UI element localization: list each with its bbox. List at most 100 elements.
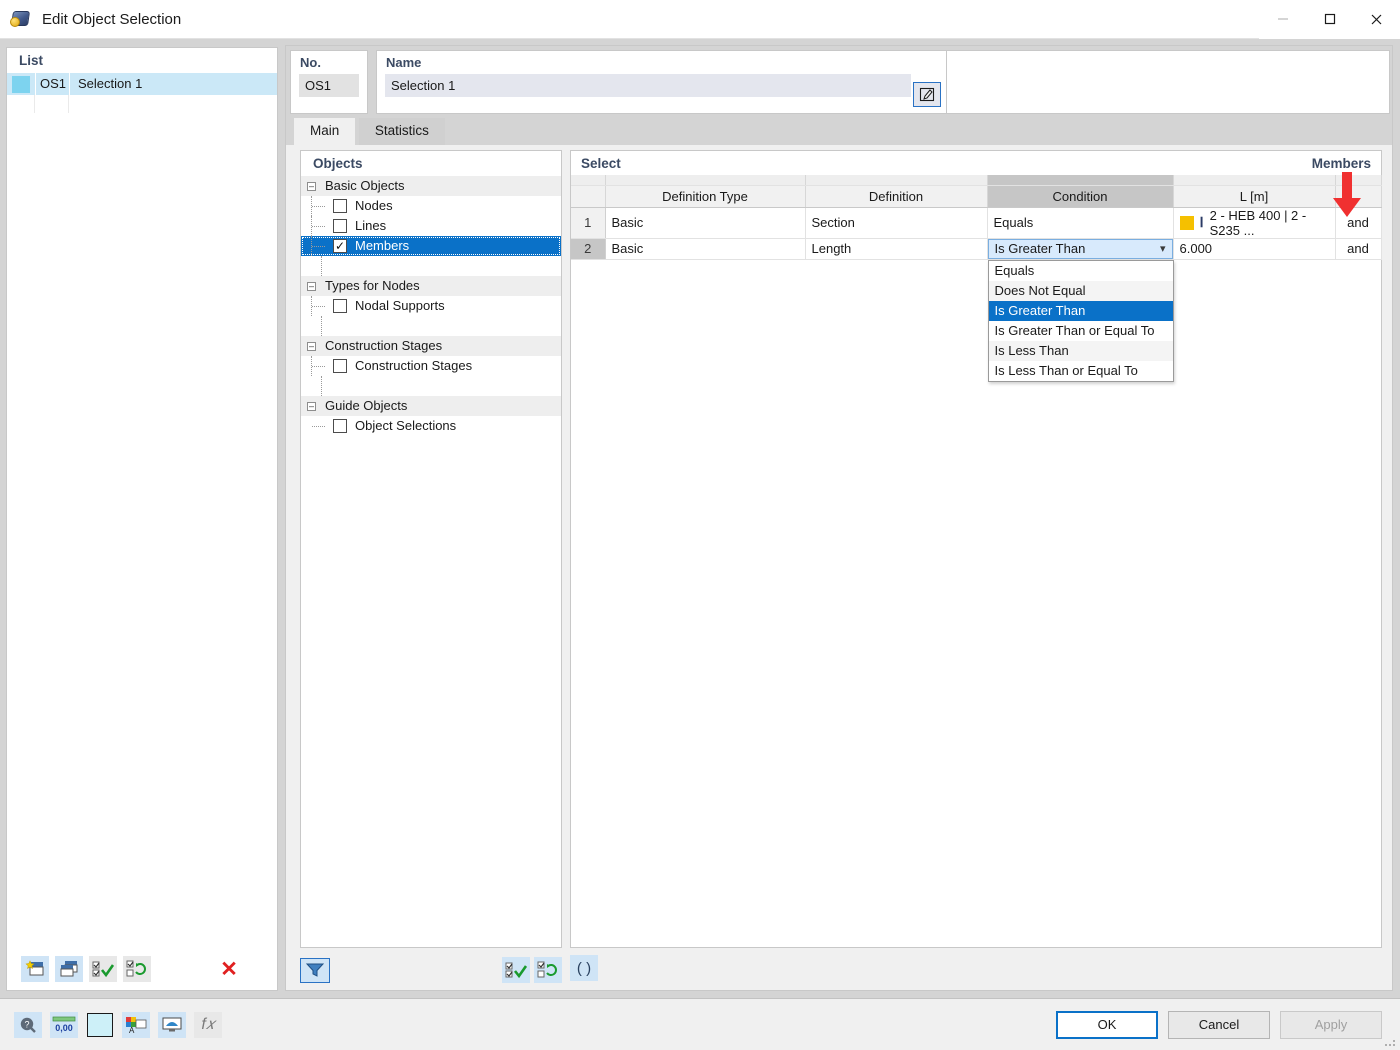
- cell-definition[interactable]: Length: [805, 238, 987, 259]
- collapse-icon[interactable]: –: [307, 282, 316, 291]
- tree-item-object-selections[interactable]: Object Selections: [301, 416, 561, 436]
- col-definition[interactable]: Definition: [805, 185, 987, 207]
- cell-definition[interactable]: Section: [805, 207, 987, 238]
- tab-main[interactable]: Main: [294, 118, 355, 145]
- window-title: Edit Object Selection: [42, 11, 181, 28]
- delete-button[interactable]: ✕: [215, 956, 243, 982]
- cell-definition-type[interactable]: Basic: [605, 238, 805, 259]
- check-all-button[interactable]: [502, 957, 530, 983]
- list-panel-caption: List: [7, 48, 277, 73]
- table-row[interactable]: 2 Basic Length Is Greater Than ▾ Equals …: [571, 238, 1381, 259]
- tree-item-lines[interactable]: Lines: [301, 216, 561, 236]
- cell-condition-editor[interactable]: Is Greater Than ▾ Equals Does Not Equal …: [987, 238, 1173, 259]
- tree-item-label: Nodal Supports: [355, 296, 445, 316]
- tree-spacer: [301, 256, 561, 276]
- tab-statistics[interactable]: Statistics: [359, 118, 445, 145]
- help-icon[interactable]: ?: [14, 1012, 42, 1038]
- color-swatch-icon[interactable]: [86, 1012, 114, 1038]
- objects-panel: Objects – Basic Objects Nodes Lines: [300, 150, 562, 948]
- row-gutter-header: [571, 185, 605, 207]
- list-item-name: Selection 1: [69, 73, 277, 95]
- filter-button[interactable]: [300, 958, 330, 983]
- new-object-selection-button[interactable]: [21, 956, 49, 982]
- edit-name-button[interactable]: [913, 82, 941, 107]
- copy-object-selection-button[interactable]: [55, 956, 83, 982]
- formula-icon[interactable]: f𝑥: [194, 1012, 222, 1038]
- cell-value-text: 2 - HEB 400 | 2 - S235 ...: [1210, 208, 1329, 238]
- dropdown-option-is-less-than-or-equal-to[interactable]: Is Less Than or Equal To: [989, 361, 1173, 381]
- svg-text:A: A: [129, 1026, 135, 1034]
- condition-dropdown-list[interactable]: Equals Does Not Equal Is Greater Than Is…: [988, 260, 1174, 382]
- dropdown-option-is-greater-than-or-equal-to[interactable]: Is Greater Than or Equal To: [989, 321, 1173, 341]
- view-icon[interactable]: [158, 1012, 186, 1038]
- col-definition-type[interactable]: Definition Type: [605, 185, 805, 207]
- parenthesis-button[interactable]: ( ): [570, 955, 598, 981]
- cell-definition-type[interactable]: Basic: [605, 207, 805, 238]
- toggle-check-button[interactable]: [534, 957, 562, 983]
- condition-combobox[interactable]: Is Greater Than ▾: [988, 239, 1173, 259]
- tree-group-basic-objects[interactable]: – Basic Objects: [301, 176, 561, 196]
- dropdown-option-is-less-than[interactable]: Is Less Than: [989, 341, 1173, 361]
- collapse-icon[interactable]: –: [307, 182, 316, 191]
- dropdown-option-equals[interactable]: Equals: [989, 261, 1173, 281]
- dropdown-option-is-greater-than[interactable]: Is Greater Than: [989, 301, 1173, 321]
- checkbox-construction-stages[interactable]: [333, 359, 347, 373]
- select-panel-header: Select Members: [571, 151, 1381, 175]
- close-button[interactable]: [1353, 0, 1400, 39]
- table-row[interactable]: 1 Basic Section Equals Ⅰ 2 - HEB 400 | 2…: [571, 207, 1381, 238]
- object-selection-list[interactable]: OS1 Selection 1: [7, 73, 277, 113]
- check-icon: ✓: [335, 240, 345, 252]
- col-length[interactable]: L [m]: [1173, 185, 1335, 207]
- objects-tree[interactable]: – Basic Objects Nodes Lines: [301, 176, 561, 436]
- no-input[interactable]: OS1: [299, 74, 359, 97]
- cell-value[interactable]: Ⅰ 2 - HEB 400 | 2 - S235 ...: [1173, 207, 1335, 238]
- select-all-button[interactable]: [89, 956, 117, 982]
- table-header-row: Definition Type Definition Condition L […: [571, 185, 1381, 207]
- maximize-button[interactable]: [1306, 0, 1353, 39]
- col-condition[interactable]: Condition: [987, 185, 1173, 207]
- list-item[interactable]: OS1 Selection 1: [7, 73, 277, 95]
- bottom-bar: ? 0,00 A: [0, 998, 1400, 1050]
- tree-item-nodal-supports[interactable]: Nodal Supports: [301, 296, 561, 316]
- collapse-icon[interactable]: –: [307, 402, 316, 411]
- cell-condition[interactable]: Equals: [987, 207, 1173, 238]
- svg-text:?: ?: [24, 1019, 29, 1029]
- list-item-no: OS1: [35, 73, 69, 95]
- tree-group-types-for-nodes[interactable]: – Types for Nodes: [301, 276, 561, 296]
- ok-button[interactable]: OK: [1056, 1011, 1158, 1039]
- checkbox-object-selections[interactable]: [333, 419, 347, 433]
- tree-group-guide-objects[interactable]: – Guide Objects: [301, 396, 561, 416]
- collapse-icon[interactable]: –: [307, 342, 316, 351]
- name-input[interactable]: Selection 1: [385, 74, 911, 97]
- display-properties-icon[interactable]: A: [122, 1012, 150, 1038]
- tab-bar: Main Statistics: [286, 118, 1392, 145]
- cell-value[interactable]: 6.000: [1173, 238, 1335, 259]
- section-color-swatch: [1180, 216, 1194, 230]
- tree-group-label: Construction Stages: [325, 336, 442, 356]
- units-icon[interactable]: 0,00: [50, 1012, 78, 1038]
- i-beam-section-icon: Ⅰ: [1200, 214, 1204, 231]
- tree-item-label: Members: [355, 236, 409, 256]
- tree-item-members[interactable]: ✓ Members: [301, 236, 561, 256]
- invert-selection-button[interactable]: [123, 956, 151, 982]
- cancel-button[interactable]: Cancel: [1168, 1011, 1270, 1039]
- object-selection-icon: [10, 8, 32, 30]
- cell-logic[interactable]: and: [1335, 238, 1381, 259]
- checkbox-nodes[interactable]: [333, 199, 347, 213]
- minimize-button[interactable]: [1259, 0, 1306, 39]
- row-number: 1: [571, 207, 605, 238]
- checkbox-lines[interactable]: [333, 219, 347, 233]
- tree-group-construction-stages[interactable]: – Construction Stages: [301, 336, 561, 356]
- checkbox-nodal-supports[interactable]: [333, 299, 347, 313]
- tree-item-construction-stages[interactable]: Construction Stages: [301, 356, 561, 376]
- no-field-box: No. OS1: [290, 50, 368, 114]
- color-swatch-cell: [7, 73, 35, 95]
- apply-button: Apply: [1280, 1011, 1382, 1039]
- tree-item-nodes[interactable]: Nodes: [301, 196, 561, 216]
- dropdown-option-does-not-equal[interactable]: Does Not Equal: [989, 281, 1173, 301]
- tree-spacer: [301, 316, 561, 336]
- resize-grip[interactable]: [1385, 1036, 1397, 1048]
- chevron-down-icon[interactable]: ▾: [1160, 242, 1166, 255]
- checkbox-members[interactable]: ✓: [333, 239, 347, 253]
- tree-item-label: Object Selections: [355, 416, 456, 436]
